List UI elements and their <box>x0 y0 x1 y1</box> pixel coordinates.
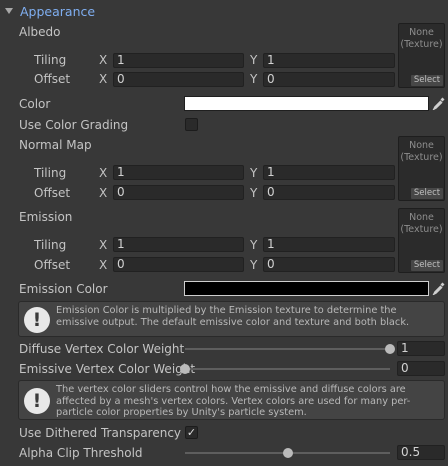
texture-slot-line1: None <box>409 212 434 223</box>
section-title-appearance[interactable]: Appearance <box>20 4 95 19</box>
albedo-offset-y-label: Y <box>250 72 258 86</box>
texture-slot-line2: (Texture) <box>400 39 443 50</box>
albedo-tiling-y-label: Y <box>250 53 258 67</box>
albedo-label: Albedo <box>19 25 61 39</box>
albedo-offset-x-label: X <box>99 72 108 86</box>
texture-slot-line2: (Texture) <box>400 152 443 163</box>
diffuse-weight-slider-thumb[interactable] <box>385 344 395 354</box>
diffuse-weight-field[interactable]: 1 <box>397 341 445 356</box>
normal-map-label: Normal Map <box>19 138 92 152</box>
normal-offset-y-field[interactable]: 0 <box>263 185 395 200</box>
emissive-weight-slider-thumb[interactable] <box>180 364 190 374</box>
emission-color-swatch[interactable] <box>184 281 429 296</box>
eyedropper-icon[interactable] <box>432 281 446 295</box>
emission-offset-x-field[interactable]: 0 <box>113 257 244 272</box>
emission-offset-y-label: Y <box>250 258 258 272</box>
normal-map-select-button[interactable]: Select <box>411 188 443 199</box>
emission-color-label: Emission Color <box>19 282 108 296</box>
emission-select-button[interactable]: Select <box>411 260 443 271</box>
alpha-clip-slider-track[interactable] <box>185 448 390 458</box>
emission-tiling-x-label: X <box>99 238 108 252</box>
eyedropper-icon[interactable] <box>432 96 446 110</box>
dithered-transparency-checkbox[interactable]: ✓ <box>185 426 198 439</box>
normal-offset-x-field[interactable]: 0 <box>113 185 244 200</box>
color-label: Color <box>19 97 51 111</box>
albedo-tiling-label: Tiling <box>34 53 67 67</box>
normal-tiling-x-field[interactable]: 1 <box>113 165 244 180</box>
diffuse-weight-label: Diffuse Vertex Color Weight <box>19 342 185 356</box>
albedo-offset-y-field[interactable]: 0 <box>263 72 395 87</box>
dithered-transparency-label: Use Dithered Transparency <box>19 426 182 440</box>
alpha-clip-field[interactable]: 0.5 <box>397 445 445 460</box>
normal-offset-x-label: X <box>99 186 108 200</box>
emission-tiling-y-label: Y <box>250 238 258 252</box>
emission-tiling-y-field[interactable]: 1 <box>263 237 395 252</box>
albedo-texture-slot[interactable]: None (Texture) Select <box>398 23 445 88</box>
emission-offset-x-label: X <box>99 258 108 272</box>
emission-help-box: ! Emission Color is multiplied by the Em… <box>18 301 445 337</box>
normal-tiling-label: Tiling <box>34 166 67 180</box>
albedo-tiling-x-label: X <box>99 53 108 67</box>
emission-offset-y-field[interactable]: 0 <box>263 257 395 272</box>
normal-tiling-x-label: X <box>99 166 108 180</box>
emission-tiling-label: Tiling <box>34 238 67 252</box>
emission-texture-slot[interactable]: None (Texture) Select <box>398 208 445 273</box>
albedo-select-button[interactable]: Select <box>411 75 443 86</box>
vertex-help-box: ! The vertex color sliders control how t… <box>18 380 445 420</box>
emission-tiling-x-field[interactable]: 1 <box>113 237 244 252</box>
texture-slot-line2: (Texture) <box>400 224 443 235</box>
emissive-weight-slider-track[interactable] <box>180 364 390 374</box>
warning-icon: ! <box>24 307 50 333</box>
normal-offset-label: Offset <box>34 186 71 200</box>
use-color-grading-label: Use Color Grading <box>19 118 129 132</box>
normal-tiling-y-label: Y <box>250 166 258 180</box>
normal-map-texture-slot[interactable]: None (Texture) Select <box>398 136 445 201</box>
normal-offset-y-label: Y <box>250 186 258 200</box>
alpha-clip-label: Alpha Clip Threshold <box>19 446 143 460</box>
foldout-arrow-icon[interactable] <box>5 8 13 14</box>
color-swatch[interactable] <box>184 96 429 111</box>
vertex-help-text: The vertex color sliders control how the… <box>56 384 411 418</box>
albedo-offset-x-field[interactable]: 0 <box>113 72 244 87</box>
alpha-clip-slider-thumb[interactable] <box>282 448 293 458</box>
emission-label: Emission <box>19 210 73 224</box>
warning-icon: ! <box>24 388 50 414</box>
emission-offset-label: Offset <box>34 258 71 272</box>
emissive-weight-label: Emissive Vertex Color Weight <box>19 362 196 376</box>
albedo-tiling-y-field[interactable]: 1 <box>263 53 395 68</box>
texture-slot-line1: None <box>409 27 434 38</box>
texture-slot-line1: None <box>409 140 434 151</box>
use-color-grading-checkbox[interactable] <box>185 118 198 131</box>
emissive-weight-field[interactable]: 0 <box>397 361 445 376</box>
normal-tiling-y-field[interactable]: 1 <box>263 165 395 180</box>
albedo-offset-label: Offset <box>34 72 71 86</box>
emission-help-text: Emission Color is multiplied by the Emis… <box>56 305 410 328</box>
albedo-tiling-x-field[interactable]: 1 <box>113 53 244 68</box>
diffuse-weight-slider-track[interactable] <box>185 344 395 354</box>
